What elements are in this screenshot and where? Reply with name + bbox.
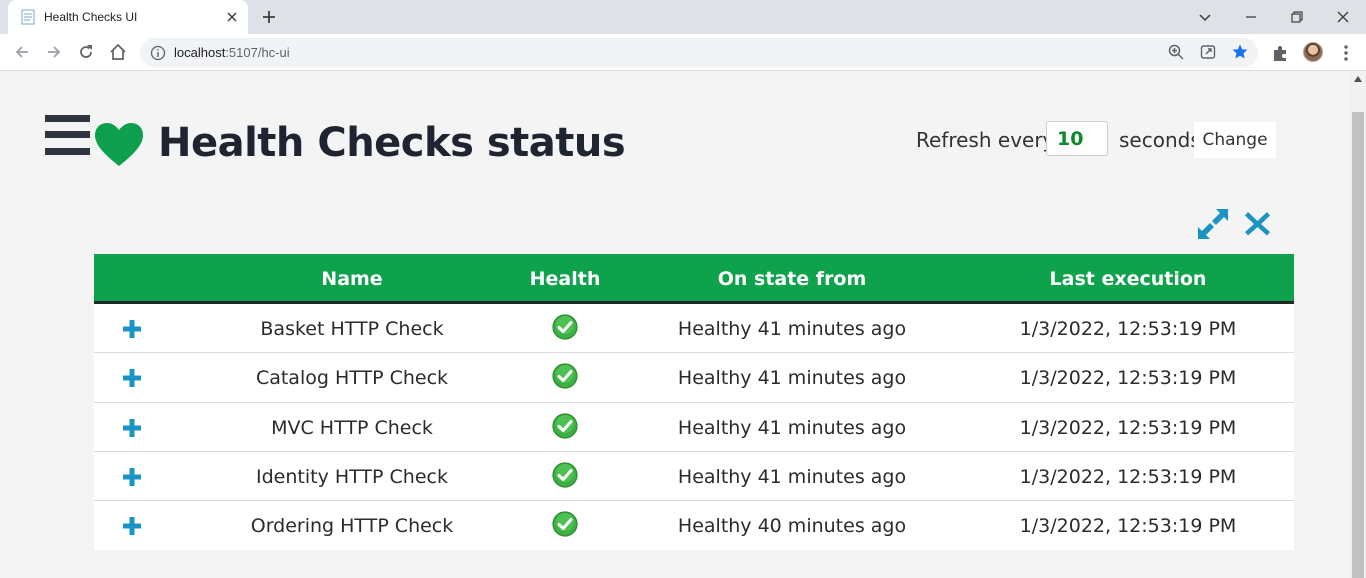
home-icon[interactable]	[108, 42, 128, 62]
restore-icon[interactable]	[1286, 6, 1308, 28]
table-row: Basket HTTP Check Healthy 41 minutes ago 1…	[94, 304, 1294, 354]
heart-icon	[95, 123, 143, 166]
close-window-icon[interactable]	[1332, 6, 1354, 28]
last-execution: 1/3/2022, 12:53:19 PM	[1019, 318, 1237, 340]
refresh-label: Refresh every	[916, 128, 1055, 152]
browser-toolbar: localhost:5107/hc-ui	[0, 34, 1366, 71]
plus-icon[interactable]	[122, 418, 142, 438]
plus-icon[interactable]	[122, 516, 142, 536]
check-circle-icon	[552, 363, 578, 389]
info-icon[interactable]	[150, 45, 166, 61]
profile-avatar[interactable]	[1303, 42, 1323, 62]
reload-icon[interactable]	[76, 42, 96, 62]
plus-icon[interactable]	[122, 368, 142, 388]
on-state-from: Healthy 41 minutes ago	[677, 367, 907, 390]
back-icon[interactable]	[12, 42, 32, 62]
last-execution: 1/3/2022, 12:53:19 PM	[1019, 367, 1237, 390]
check-circle-icon	[552, 462, 578, 488]
hamburger-icon[interactable]	[45, 115, 90, 155]
check-circle-icon	[552, 314, 578, 340]
tab-title: Health Checks UI	[44, 10, 138, 24]
table-row: Ordering HTTP Check Healthy 40 minutes ag…	[94, 501, 1294, 550]
seconds-label: seconds	[1119, 128, 1201, 152]
on-state-from: Healthy 41 minutes ago	[677, 465, 907, 488]
plus-icon[interactable]	[122, 467, 142, 487]
column-header-health: Health	[529, 268, 601, 290]
check-circle-icon	[552, 511, 578, 537]
new-tab-icon[interactable]	[260, 8, 278, 26]
extensions-icon[interactable]	[1270, 43, 1290, 63]
browser-tab-bar: Health Checks UI	[0, 0, 1366, 34]
on-state-from: Healthy 41 minutes ago	[677, 318, 907, 340]
page-content: Health Checks status Refresh every secon…	[0, 72, 1350, 578]
share-icon[interactable]	[1199, 43, 1217, 61]
check-name: MVC HTTP Check	[271, 416, 433, 439]
table-row: Identity HTTP Check Healthy 41 minutes ag…	[94, 452, 1294, 502]
check-name: Identity HTTP Check	[256, 465, 448, 488]
last-execution: 1/3/2022, 12:53:19 PM	[1019, 515, 1237, 538]
close-x-icon[interactable]	[1244, 209, 1271, 238]
page-icon	[21, 9, 35, 25]
last-execution: 1/3/2022, 12:53:19 PM	[1019, 416, 1237, 439]
url-host: localhost	[174, 45, 226, 60]
plus-icon[interactable]	[122, 319, 142, 339]
expand-icon[interactable]	[1195, 206, 1231, 242]
browser-menu-icon[interactable]	[1336, 43, 1356, 63]
zoom-icon[interactable]	[1167, 43, 1185, 61]
table-header: Name Health On state from Last execution	[94, 254, 1294, 304]
browser-tab[interactable]: Health Checks UI	[8, 0, 248, 34]
column-header-last-execution: Last execution	[1049, 268, 1207, 290]
column-header-name: Name	[321, 268, 383, 290]
check-name: Basket HTTP Check	[260, 318, 444, 340]
table-row: MVC HTTP Check Healthy 41 minutes ago 1/3/…	[94, 403, 1294, 452]
page-title: Health Checks status	[158, 120, 626, 166]
bookmark-star-icon[interactable]	[1231, 43, 1249, 61]
health-checks-table: Name Health On state from Last execution…	[94, 254, 1294, 551]
last-execution: 1/3/2022, 12:53:19 PM	[1019, 465, 1237, 488]
on-state-from: Healthy 40 minutes ago	[677, 515, 907, 538]
change-button[interactable]: Change	[1194, 122, 1276, 158]
table-body: Basket HTTP Check Healthy 41 minutes ago 1…	[94, 304, 1294, 550]
table-row: Catalog HTTP Check Healthy 41 minutes ago…	[94, 353, 1294, 403]
tab-search-icon[interactable]	[1194, 6, 1216, 28]
column-header-on-state-from: On state from	[717, 268, 867, 290]
address-bar[interactable]: localhost:5107/hc-ui	[140, 38, 1258, 67]
refresh-interval-input[interactable]	[1046, 121, 1108, 156]
scroll-thumb[interactable]	[1352, 112, 1364, 578]
check-name: Ordering HTTP Check	[250, 515, 454, 538]
url-text[interactable]: localhost:5107/hc-ui	[174, 45, 290, 60]
scroll-up-arrow-icon[interactable]	[1354, 76, 1362, 82]
on-state-from: Healthy 41 minutes ago	[677, 416, 907, 439]
check-circle-icon	[552, 412, 578, 439]
forward-icon[interactable]	[44, 42, 64, 62]
tab-close-icon[interactable]	[224, 9, 240, 25]
minimize-icon[interactable]	[1240, 6, 1262, 28]
url-path: :5107/hc-ui	[225, 45, 290, 60]
page-scrollbar[interactable]	[1350, 72, 1366, 578]
check-name: Catalog HTTP Check	[255, 367, 449, 390]
